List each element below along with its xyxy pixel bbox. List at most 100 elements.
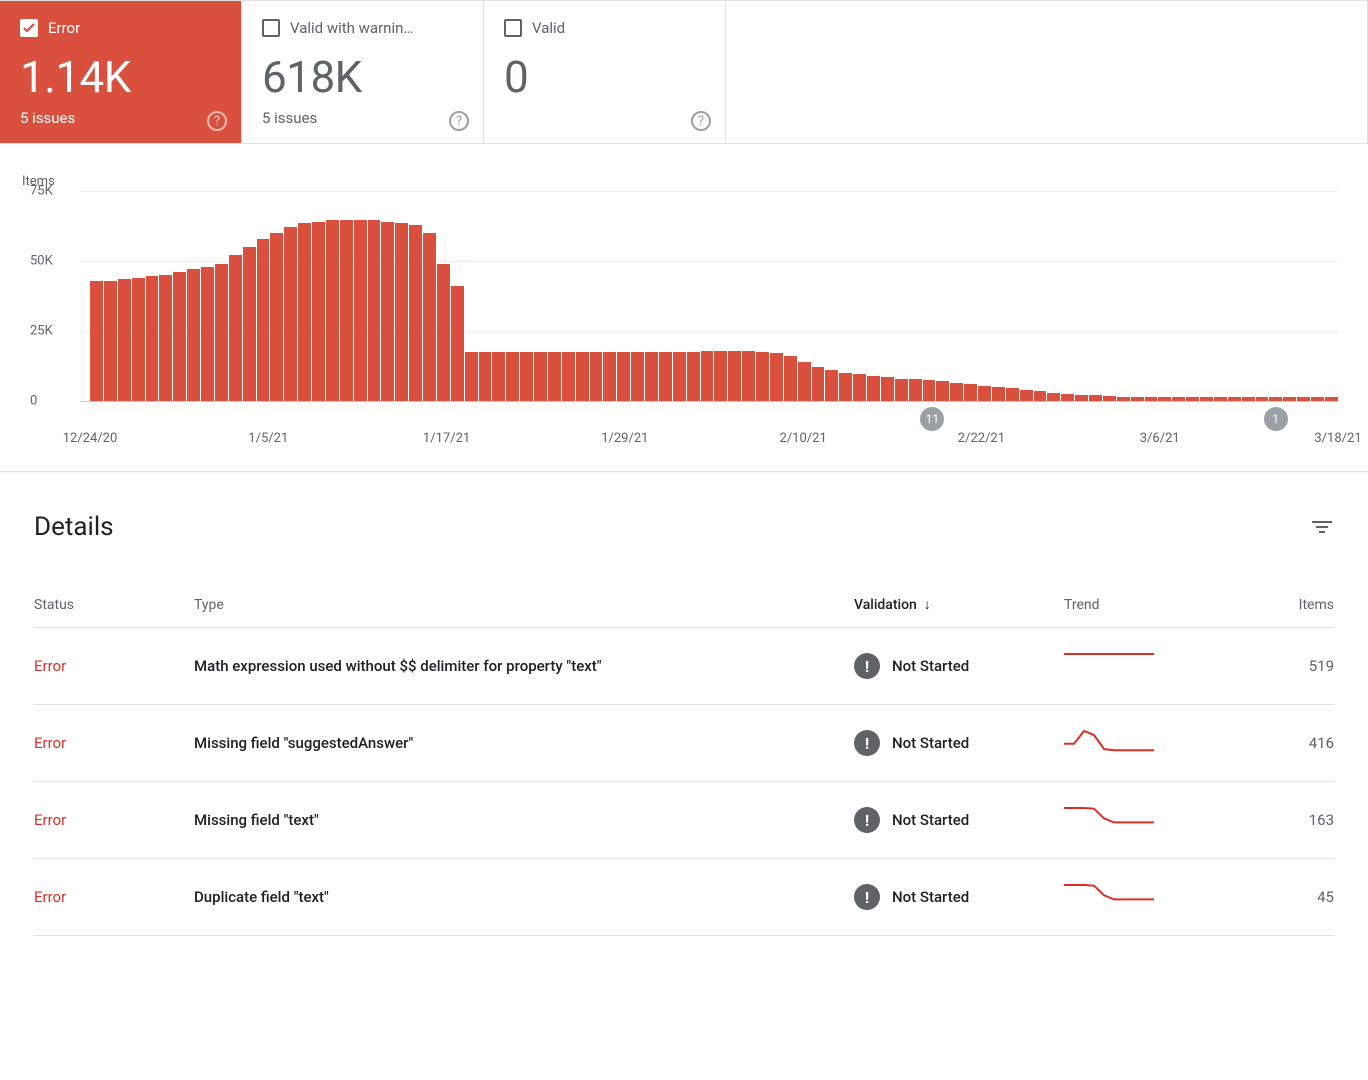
status-cell: Error bbox=[34, 859, 194, 936]
checkbox-icon bbox=[20, 19, 38, 37]
chart-bar bbox=[825, 370, 838, 401]
trend-cell bbox=[1064, 628, 1254, 705]
card-issues: 5 issues bbox=[262, 109, 463, 127]
col-validation[interactable]: Validation ↓ bbox=[854, 582, 1064, 628]
chart-bar bbox=[1269, 397, 1282, 401]
type-cell: Missing field "suggestedAnswer" bbox=[194, 705, 854, 782]
chart-bar bbox=[812, 367, 825, 401]
filter-icon[interactable] bbox=[1310, 515, 1334, 539]
chart-bar bbox=[770, 353, 783, 401]
chart-bar bbox=[1283, 397, 1296, 401]
chart-bar bbox=[673, 352, 686, 401]
trend-cell bbox=[1064, 705, 1254, 782]
chart-bar bbox=[964, 384, 977, 401]
status-cell: Error bbox=[34, 628, 194, 705]
help-icon[interactable]: ? bbox=[449, 111, 469, 131]
items-cell: 519 bbox=[1254, 628, 1334, 705]
xtick-label: 12/24/20 bbox=[63, 431, 118, 446]
ytick-label: 75K bbox=[30, 184, 53, 199]
col-items[interactable]: Items bbox=[1254, 582, 1334, 628]
chart-bar bbox=[534, 352, 547, 401]
chart-bar bbox=[687, 352, 700, 401]
card-valid-warnings[interactable]: Valid with warnin… 618K 5 issues ? bbox=[242, 1, 484, 143]
items-chart: 025K50K75K 12/24/201/5/211/17/211/29/212… bbox=[30, 191, 1338, 451]
chart-bar bbox=[923, 380, 936, 401]
chart-bar bbox=[1200, 397, 1213, 401]
chart-bar bbox=[701, 351, 714, 401]
chart-bar bbox=[1061, 394, 1074, 401]
xtick-label: 3/6/21 bbox=[1140, 431, 1180, 446]
table-row[interactable]: ErrorMissing field "text"!Not Started163 bbox=[34, 782, 1334, 859]
validation-cell: !Not Started bbox=[854, 859, 1064, 936]
card-value: 618K bbox=[262, 51, 463, 103]
chart-bar bbox=[312, 222, 325, 401]
chart-bar bbox=[978, 386, 991, 401]
help-icon[interactable]: ? bbox=[691, 111, 711, 131]
chart-bar bbox=[326, 220, 339, 401]
chart-bar bbox=[437, 264, 450, 401]
chart-bar bbox=[1228, 397, 1241, 401]
chart-bar bbox=[229, 255, 242, 401]
chart-bar bbox=[562, 352, 575, 401]
validation-cell: !Not Started bbox=[854, 705, 1064, 782]
card-label: Error bbox=[48, 19, 80, 37]
chart-bar bbox=[479, 352, 492, 401]
chart-container: Items 025K50K75K 12/24/201/5/211/17/211/… bbox=[0, 144, 1368, 472]
xtick-label: 3/18/21 bbox=[1314, 431, 1361, 446]
col-trend[interactable]: Trend bbox=[1064, 582, 1254, 628]
chart-bar bbox=[1103, 396, 1116, 401]
chart-bar bbox=[132, 278, 145, 401]
chart-bar bbox=[520, 352, 533, 401]
xtick-label: 1/29/21 bbox=[601, 431, 648, 446]
chart-bar bbox=[1158, 397, 1171, 401]
chart-bar bbox=[756, 352, 769, 401]
chart-bar bbox=[603, 352, 616, 401]
chart-bar bbox=[867, 376, 880, 401]
status-cards: Error 1.14K 5 issues ? Valid with warnin… bbox=[0, 0, 1368, 144]
type-cell: Missing field "text" bbox=[194, 782, 854, 859]
chart-bar bbox=[590, 352, 603, 401]
chart-bar bbox=[1145, 397, 1158, 401]
chart-bar bbox=[423, 233, 436, 401]
chart-bar bbox=[909, 379, 922, 401]
chart-bar bbox=[742, 351, 755, 401]
chart-bar bbox=[1020, 390, 1033, 401]
chart-bar bbox=[1075, 395, 1088, 401]
chart-bar bbox=[1297, 397, 1310, 401]
table-row[interactable]: ErrorDuplicate field "text"!Not Started4… bbox=[34, 859, 1334, 936]
details-section: Details Status Type Validation ↓ Trend I… bbox=[0, 512, 1368, 966]
card-error[interactable]: Error 1.14K 5 issues ? bbox=[0, 1, 242, 143]
alert-icon: ! bbox=[854, 807, 880, 833]
trend-cell bbox=[1064, 859, 1254, 936]
chart-bar bbox=[340, 220, 353, 401]
xtick-label: 2/22/21 bbox=[958, 431, 1005, 446]
alert-icon: ! bbox=[854, 884, 880, 910]
xtick-label: 2/10/21 bbox=[780, 431, 827, 446]
chart-bar bbox=[659, 352, 672, 401]
card-value: 0 bbox=[504, 51, 705, 103]
chart-marker[interactable]: 11 bbox=[920, 407, 944, 431]
chart-bar bbox=[187, 269, 200, 401]
status-cell: Error bbox=[34, 782, 194, 859]
chart-bar bbox=[465, 352, 478, 401]
items-cell: 163 bbox=[1254, 782, 1334, 859]
table-row[interactable]: ErrorMissing field "suggestedAnswer"!Not… bbox=[34, 705, 1334, 782]
chart-bar bbox=[368, 220, 381, 401]
col-type[interactable]: Type bbox=[194, 582, 854, 628]
chart-ylabel: Items bbox=[22, 174, 1338, 189]
chart-bar bbox=[1006, 388, 1019, 401]
chart-bar bbox=[1242, 397, 1255, 401]
checkbox-icon bbox=[504, 19, 522, 37]
col-status[interactable]: Status bbox=[34, 582, 194, 628]
chart-bar bbox=[215, 264, 228, 401]
ytick-label: 0 bbox=[30, 394, 37, 409]
card-valid[interactable]: Valid 0 ? bbox=[484, 1, 726, 143]
chart-bars bbox=[90, 191, 1338, 401]
chart-bar bbox=[576, 352, 589, 401]
chart-bar bbox=[270, 233, 283, 401]
card-issues: 5 issues bbox=[20, 109, 221, 127]
help-icon[interactable]: ? bbox=[207, 111, 227, 131]
table-row[interactable]: ErrorMath expression used without $$ del… bbox=[34, 628, 1334, 705]
status-cell: Error bbox=[34, 705, 194, 782]
chart-marker[interactable]: 1 bbox=[1264, 407, 1288, 431]
